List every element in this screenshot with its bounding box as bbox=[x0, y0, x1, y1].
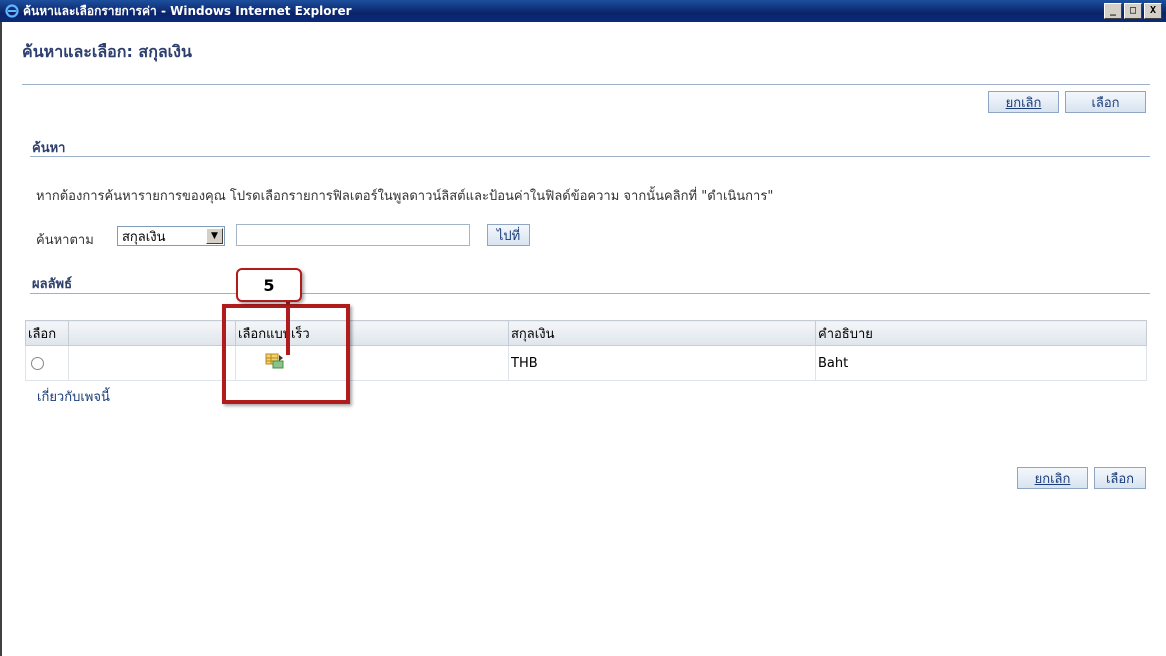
col-description: คำอธิบาย bbox=[815, 320, 1147, 346]
col-blank bbox=[68, 320, 236, 346]
page-title: ค้นหาและเลือก: สกุลเงิน bbox=[22, 42, 192, 61]
window-title: ค้นหาและเลือกรายการค่า - Windows Interne… bbox=[23, 3, 352, 18]
results-table: เลือก เลือกแบบเร็ว สกุลเงิน คำอธิบาย THB… bbox=[25, 320, 1147, 381]
select-label-bottom: เลือก bbox=[1105, 471, 1135, 487]
title-divider bbox=[22, 84, 1150, 85]
cancel-label-bottom: ยกเลิก bbox=[1034, 471, 1071, 487]
search-divider bbox=[30, 156, 1150, 157]
row-blank-cell bbox=[68, 345, 236, 381]
results-divider bbox=[30, 293, 1150, 294]
annotation-pointer bbox=[286, 300, 290, 355]
row-select-cell bbox=[25, 345, 69, 381]
go-label: ไปที่ bbox=[496, 228, 521, 244]
chevron-down-icon[interactable]: ▼ bbox=[206, 228, 223, 244]
search-help-text: หากต้องการค้นหารายการของคุณ โปรดเลือกราย… bbox=[36, 189, 774, 204]
row-description-cell: Baht bbox=[815, 345, 1147, 381]
internet-explorer-icon bbox=[4, 3, 20, 19]
search-by-select[interactable]: สกุลเงิน ▼ bbox=[117, 226, 225, 246]
col-currency: สกุลเงิน bbox=[508, 320, 816, 346]
col-select: เลือก bbox=[25, 320, 69, 346]
search-by-label: ค้นหาตาม bbox=[36, 233, 94, 248]
search-by-value: สกุลเงิน bbox=[122, 229, 166, 245]
results-heading: ผลลัพธ์ bbox=[32, 277, 73, 292]
minimize-button[interactable]: _ bbox=[1104, 3, 1122, 19]
search-heading: ค้นหา bbox=[32, 141, 66, 156]
select-button-bottom[interactable]: เลือก bbox=[1094, 467, 1146, 489]
cancel-button-bottom[interactable]: ยกเลิก bbox=[1017, 467, 1088, 489]
about-page-link[interactable]: เกี่ยวกับเพจนี้ bbox=[37, 386, 110, 407]
annotation-step-number: 5 bbox=[236, 268, 302, 302]
select-label: เลือก bbox=[1091, 95, 1120, 111]
search-input[interactable] bbox=[236, 224, 470, 246]
cancel-button-top[interactable]: ยกเลิก bbox=[988, 91, 1059, 113]
select-button-top[interactable]: เลือก bbox=[1065, 91, 1146, 113]
go-button[interactable]: ไปที่ bbox=[487, 224, 530, 246]
row-radio[interactable] bbox=[31, 356, 44, 370]
table-header-row: เลือก เลือกแบบเร็ว สกุลเงิน คำอธิบาย bbox=[25, 320, 1147, 346]
row-currency-cell: THB bbox=[508, 345, 816, 381]
window-title-bar: ค้นหาและเลือกรายการค่า - Windows Interne… bbox=[0, 0, 1166, 22]
cancel-label: ยกเลิก bbox=[1005, 95, 1042, 111]
close-button[interactable]: X bbox=[1144, 3, 1162, 19]
maximize-button[interactable]: □ bbox=[1124, 3, 1142, 19]
table-row: THB Baht bbox=[25, 345, 1147, 381]
